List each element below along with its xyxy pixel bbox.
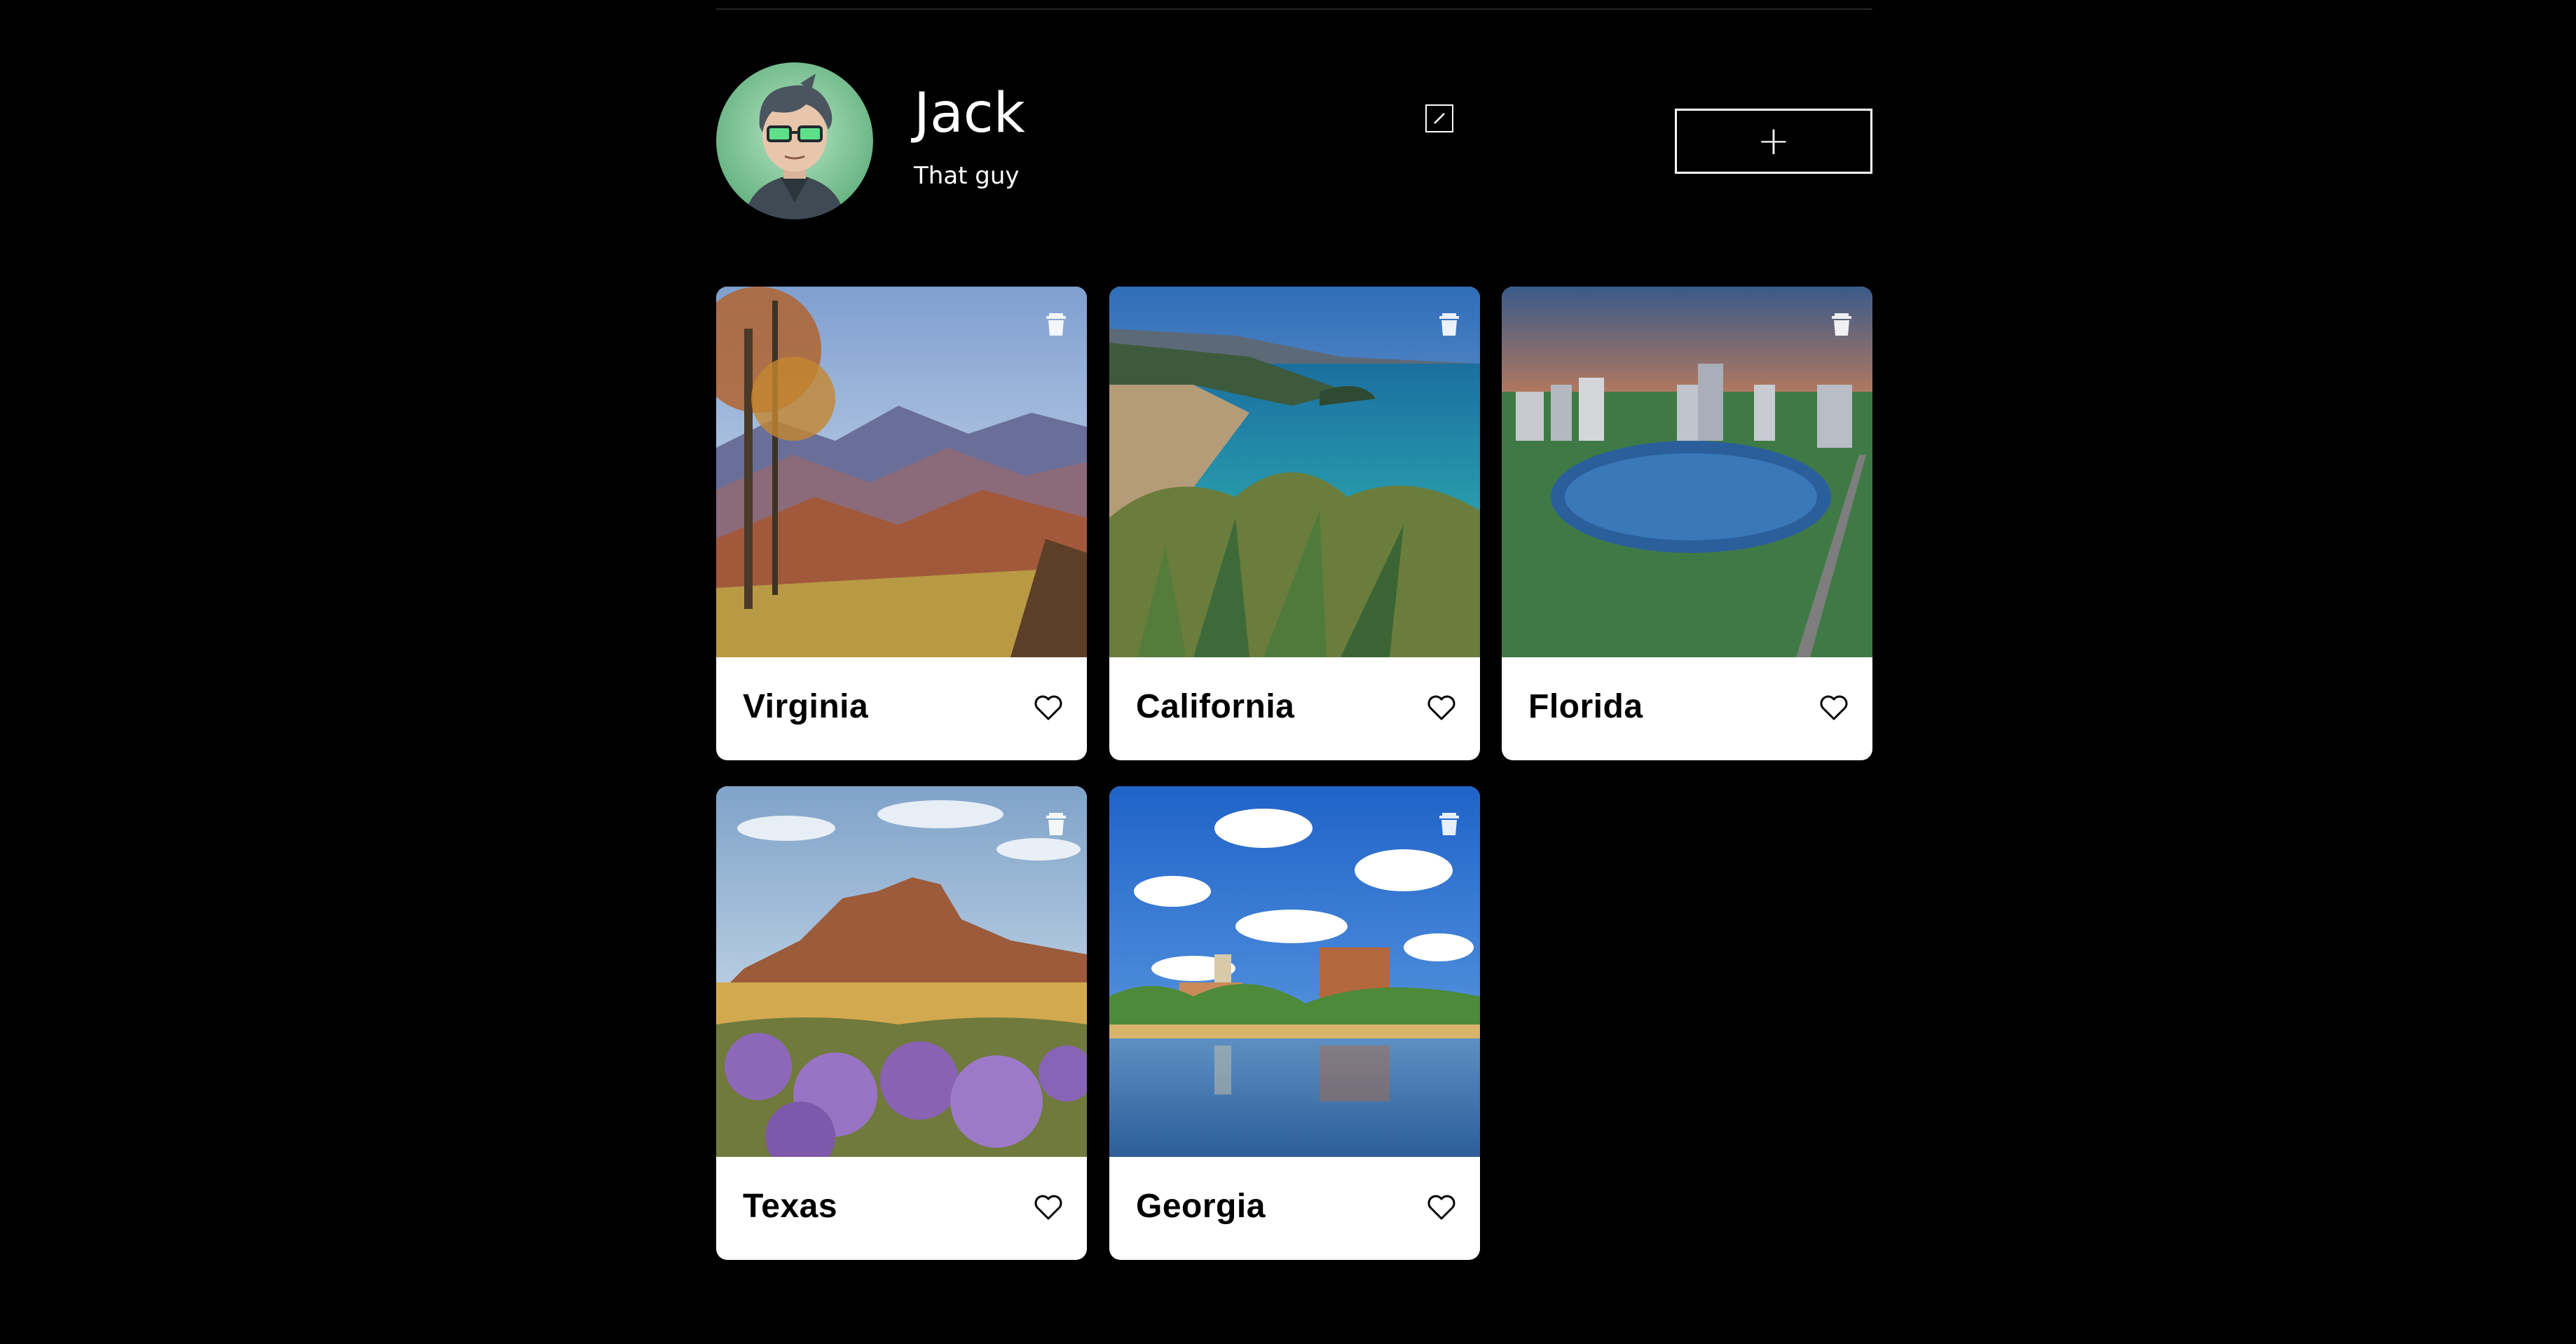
heart-outline-icon[interactable] bbox=[1032, 692, 1064, 724]
avatar bbox=[716, 62, 873, 219]
heart-outline-icon[interactable] bbox=[1425, 692, 1458, 724]
page: Jack That guy + Virginia California Flor… bbox=[0, 0, 2576, 1344]
heart-outline-icon[interactable] bbox=[1425, 1191, 1458, 1223]
place-card: Virginia bbox=[716, 287, 1087, 760]
card-title: Virginia bbox=[743, 688, 869, 725]
trash-icon[interactable] bbox=[1042, 309, 1070, 337]
card-image[interactable] bbox=[716, 287, 1087, 657]
profile-description: That guy bbox=[914, 162, 1020, 190]
edit-profile-button[interactable] bbox=[1425, 104, 1453, 132]
place-card: California bbox=[1109, 287, 1480, 760]
place-card: Texas bbox=[716, 786, 1087, 1260]
header-divider bbox=[716, 8, 1872, 10]
card-image[interactable] bbox=[1109, 287, 1480, 657]
heart-outline-icon[interactable] bbox=[1032, 1191, 1064, 1223]
card-title: Georgia bbox=[1136, 1188, 1266, 1225]
trash-icon[interactable] bbox=[1042, 809, 1070, 837]
place-card: Georgia bbox=[1109, 786, 1480, 1260]
trash-icon[interactable] bbox=[1828, 309, 1856, 337]
card-image[interactable] bbox=[716, 786, 1087, 1157]
card-image[interactable] bbox=[1502, 287, 1872, 657]
trash-icon[interactable] bbox=[1435, 809, 1463, 837]
card-title: Florida bbox=[1528, 688, 1643, 725]
trash-icon[interactable] bbox=[1435, 309, 1463, 337]
place-card: Florida bbox=[1502, 287, 1872, 760]
card-title: California bbox=[1136, 688, 1295, 725]
card-title: Texas bbox=[743, 1188, 838, 1225]
heart-outline-icon[interactable] bbox=[1818, 692, 1850, 724]
card-image[interactable] bbox=[1109, 786, 1480, 1157]
profile-name: Jack bbox=[914, 82, 1025, 145]
pencil-edit-icon bbox=[1434, 113, 1445, 124]
profile-section: Jack That guy + bbox=[716, 61, 1872, 219]
add-place-button[interactable]: + bbox=[1675, 109, 1872, 174]
